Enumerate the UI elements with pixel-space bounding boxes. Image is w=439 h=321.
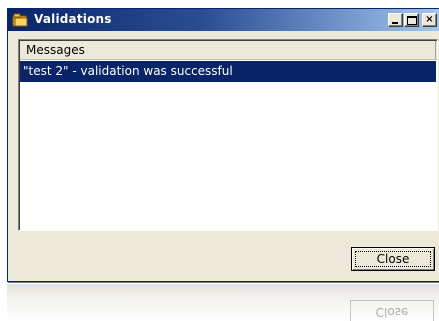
folder-icon <box>12 12 28 28</box>
maximize-button[interactable] <box>404 13 419 27</box>
list-header: Messages <box>20 41 437 60</box>
title-bar[interactable]: Validations × <box>8 9 439 31</box>
list-item[interactable]: "test 2" - validation was successful <box>20 61 436 82</box>
column-header-messages[interactable]: Messages <box>20 41 436 60</box>
minimize-button[interactable] <box>388 13 403 27</box>
messages-list[interactable]: Messages "test 2" - validation was succe… <box>18 39 438 231</box>
close-window-button[interactable]: × <box>422 13 437 27</box>
window-reflection: Close <box>7 284 439 321</box>
validations-window: Validations × Messages "test 2" - valida… <box>7 8 439 282</box>
close-button[interactable]: Close <box>351 247 435 271</box>
focus-ring <box>355 251 431 267</box>
screen: Validations × Messages "test 2" - valida… <box>0 0 439 321</box>
window-title: Validations <box>34 12 112 26</box>
close-icon: × <box>425 14 434 25</box>
close-button-reflection: Close <box>350 300 434 321</box>
